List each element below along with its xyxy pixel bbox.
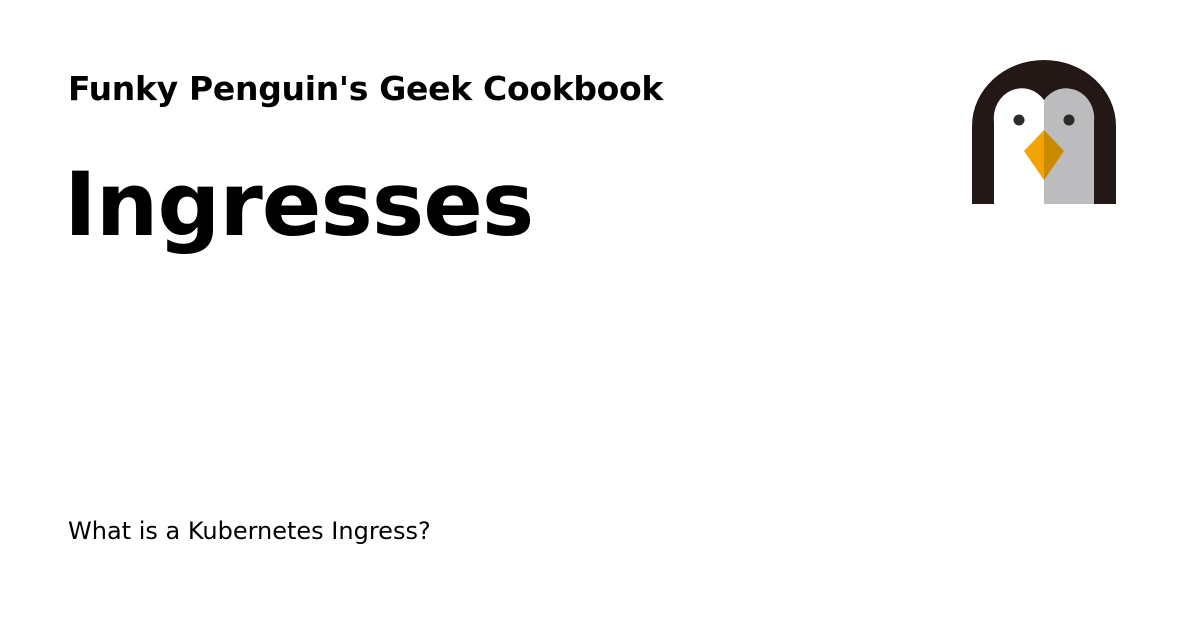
penguin-logo-svg — [972, 60, 1116, 204]
penguin-eye-left — [1013, 114, 1025, 126]
penguin-logo-icon — [972, 60, 1116, 204]
site-title: Funky Penguin's Geek Cookbook — [68, 69, 664, 108]
page-title: Ingresses — [64, 153, 534, 256]
penguin-eye-right — [1063, 114, 1075, 126]
page-description: What is a Kubernetes Ingress? — [68, 517, 431, 545]
